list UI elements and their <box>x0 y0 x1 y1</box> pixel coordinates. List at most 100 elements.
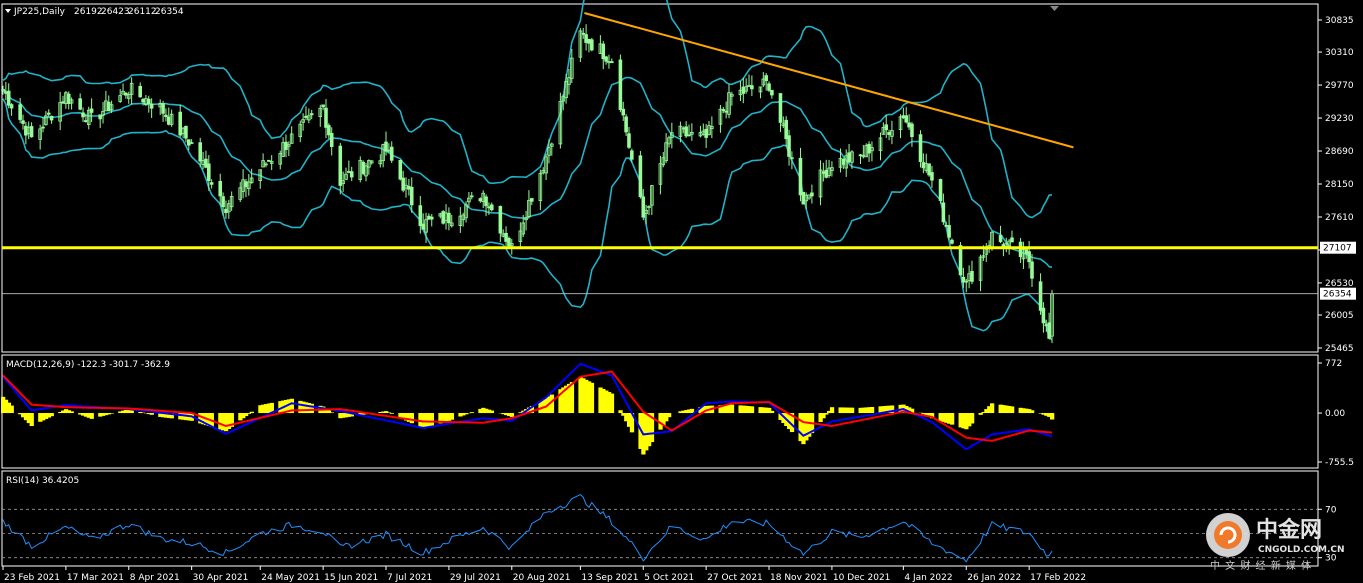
candle-body <box>489 204 494 211</box>
candle-body <box>1018 241 1023 257</box>
date-tick-label: 24 May 2021 <box>261 573 320 583</box>
candle-body <box>384 141 388 152</box>
candle-body <box>961 276 966 283</box>
watermark-subtitle: 中 文 财 经 新 媒 体 <box>1210 559 1312 572</box>
candle-body <box>947 225 951 238</box>
macd-histogram-bar <box>618 410 623 414</box>
candle-body <box>884 124 889 131</box>
candle-body <box>401 177 405 191</box>
candle-body <box>284 141 288 150</box>
candle-body <box>484 196 488 207</box>
candle-body <box>801 191 806 205</box>
macd-histogram-bar <box>109 413 114 414</box>
date-tick-label: 10 Dec 2021 <box>833 573 891 583</box>
macd-histogram-bar <box>389 413 395 414</box>
macd-histogram-bar <box>449 413 455 420</box>
candle-body <box>784 119 788 140</box>
ohlc-close: 26354 <box>155 7 184 17</box>
candle-body <box>78 98 82 110</box>
price-tick-label: 30835 <box>1325 16 1354 26</box>
macd-histogram-bar <box>729 404 735 414</box>
candle-body <box>487 206 491 209</box>
macd-histogram-bar <box>829 407 835 414</box>
candle-body <box>1041 307 1046 324</box>
candle-body <box>918 134 923 162</box>
candle-body <box>1027 251 1031 263</box>
candle-body <box>61 101 65 104</box>
candle-body <box>529 198 534 202</box>
macd-histogram-bar <box>69 411 74 414</box>
candle-body <box>507 237 511 247</box>
macd-tick-label: 0.00 <box>1325 409 1345 419</box>
candle-body <box>858 154 863 157</box>
candle-body <box>970 270 974 282</box>
price-tick-label: 29230 <box>1325 114 1354 124</box>
candle-body <box>329 132 334 147</box>
macd-histogram-bar <box>509 413 515 417</box>
macd-histogram-bar <box>89 413 94 419</box>
candle-body <box>867 143 871 154</box>
support-price-label: 27107 <box>1323 244 1352 254</box>
macd-histogram-bar <box>469 412 475 414</box>
candle-body <box>21 120 25 124</box>
candle-body <box>1024 249 1029 255</box>
price-tick-label: 25465 <box>1325 344 1354 354</box>
candle-body <box>186 139 191 146</box>
watermark-logo-core-icon <box>1214 521 1242 549</box>
date-tick-label: 26 Jan 2022 <box>967 573 1021 583</box>
candle-body <box>81 112 85 118</box>
candle-body <box>930 172 934 181</box>
candle-body <box>590 39 594 51</box>
candle-body <box>84 120 88 122</box>
candle-body <box>810 192 814 197</box>
macd-histogram-bar <box>824 413 829 415</box>
candle-body <box>184 125 188 139</box>
candle-body <box>907 122 911 128</box>
macd-histogram-bar <box>1050 413 1055 420</box>
candle-body <box>389 146 394 161</box>
ohlc-low: 26112 <box>128 7 157 17</box>
ohlc-open: 26192 <box>74 7 103 17</box>
candle-body <box>418 205 423 227</box>
price-tick-label: 26005 <box>1325 311 1354 321</box>
price-tick-label: 26530 <box>1325 279 1354 289</box>
date-tick-label: 17 Mar 2021 <box>67 573 124 583</box>
macd-histogram-bar <box>249 411 254 414</box>
candle-body <box>427 215 431 220</box>
candle-body <box>407 185 411 190</box>
candle-body <box>944 224 949 227</box>
candle-body <box>46 112 51 115</box>
chart-background <box>0 0 1363 583</box>
candle-body <box>887 131 891 135</box>
candle-body <box>638 155 643 198</box>
price-tick-label: 28150 <box>1325 180 1354 190</box>
macd-histogram-bar <box>49 413 54 417</box>
candle-body <box>641 196 646 218</box>
date-tick-label: 15 Jun 2021 <box>324 573 378 583</box>
macd-histogram-bar <box>309 403 314 414</box>
macd-histogram-bar <box>149 413 154 415</box>
macd-histogram-bar <box>569 382 575 414</box>
candle-body <box>764 75 768 82</box>
candle-body <box>146 98 151 105</box>
candle-body <box>958 245 963 276</box>
candle-body <box>429 216 434 220</box>
candle-body <box>421 223 425 230</box>
macd-histogram-bar <box>969 413 975 424</box>
date-tick-label: 13 Sep 2021 <box>581 573 638 583</box>
candle-body <box>684 126 688 137</box>
macd-histogram-bar <box>489 410 495 414</box>
macd-histogram-bar <box>9 405 14 414</box>
candle-body <box>767 83 771 91</box>
macd-histogram-bar <box>978 413 983 415</box>
candle-body <box>304 115 308 118</box>
candle-body <box>941 202 946 223</box>
candle-body <box>349 171 354 178</box>
candle-body <box>1038 281 1043 311</box>
date-tick-label: 18 Nov 2021 <box>770 573 828 583</box>
candle-body <box>66 93 71 104</box>
candle-body <box>998 235 1003 243</box>
macd-histogram-bar <box>386 412 392 414</box>
candle-body <box>847 152 851 163</box>
candle-body <box>29 126 34 138</box>
